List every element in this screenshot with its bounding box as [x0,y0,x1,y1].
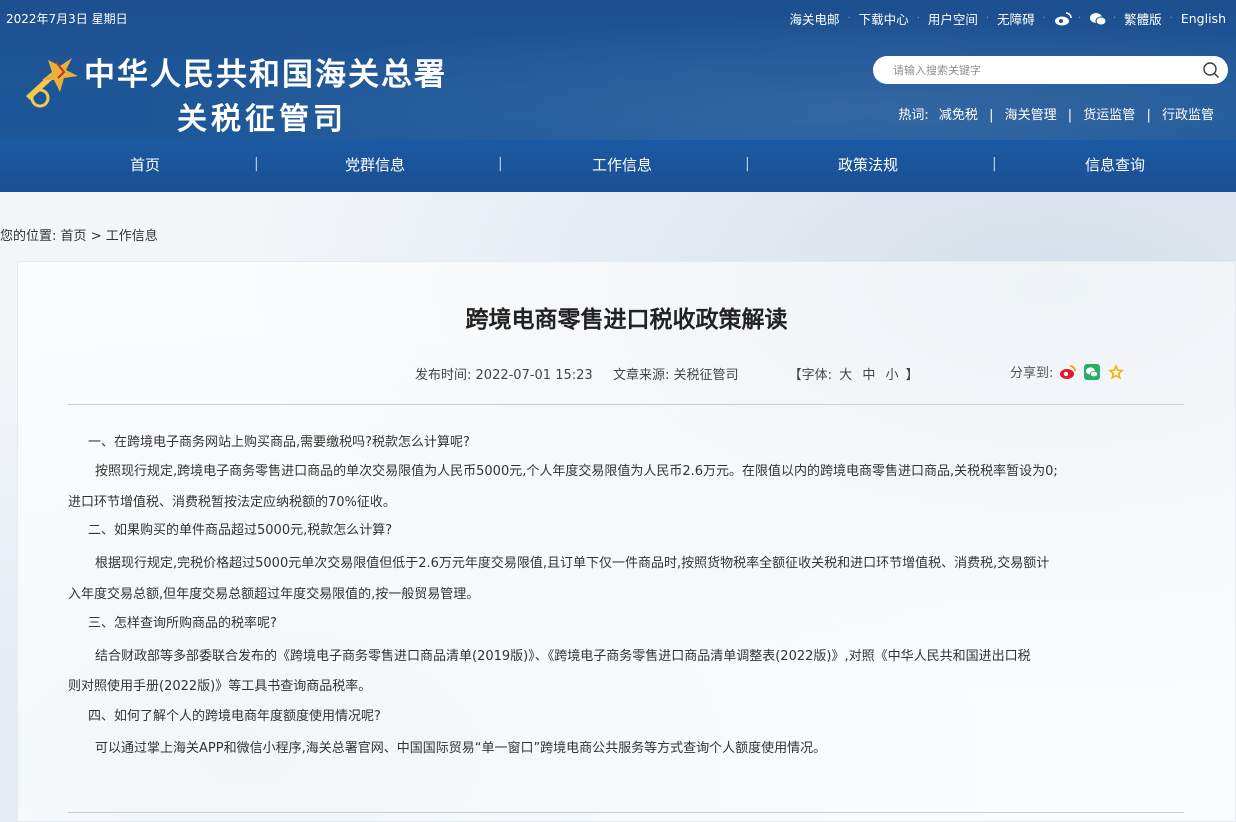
top-link-email[interactable]: 海关电邮 [789,9,839,28]
site-header: 2022年7月3日 星期日 海关电邮 · 下载中心 · 用户空间 · 无障碍 ·… [0,0,1236,140]
top-separator: · [1042,13,1046,24]
title-divider [68,404,1184,405]
question-4: 四、如何了解个人的跨境电商年度额度使用情况呢? [88,709,381,724]
nav-item-party[interactable]: 党群信息 [345,154,405,175]
answer-3-line1: 结合财政部等多部委联合发布的《跨境电子商务零售进口商品清单(2019版)》、《跨… [95,649,1031,664]
top-separator: · [847,13,851,24]
top-separator: · [1077,13,1081,24]
top-link-traditional[interactable]: 繁體版 [1124,9,1162,28]
font-small-button[interactable]: 小 [886,368,899,383]
hot-separator: | [1067,108,1073,123]
source-label: 文章来源: [612,368,670,383]
breadcrumb-home[interactable]: 首页 [61,229,87,244]
share-bar: 分享到: [1010,362,1125,381]
hot-word[interactable]: 减免税 [939,108,978,123]
share-label: 分享到: [1010,366,1054,381]
top-link-accessibility[interactable]: 无障碍 [997,9,1035,28]
site-subtitle: 关税征管司 [177,102,347,137]
favorite-star-icon[interactable] [1107,363,1125,381]
hot-separator: | [1146,108,1151,123]
emblem-logo[interactable] [20,52,80,112]
font-large-button[interactable]: 大 [839,368,852,383]
hot-word[interactable]: 海关管理 [1005,108,1057,123]
wechat-icon[interactable] [1089,12,1107,26]
top-separator: · [916,13,920,24]
hot-separator: | [989,108,994,123]
nav-separator: | [992,156,997,172]
weibo-icon[interactable] [1054,11,1072,26]
top-link-download[interactable]: 下载中心 [859,9,909,28]
question-2: 二、如果购买的单件商品超过5000元,税款怎么计算? [88,523,393,538]
top-links: 海关电邮 · 下载中心 · 用户空间 · 无障碍 · · · 繁體版 · Eng… [789,9,1226,28]
search-icon[interactable] [1202,61,1220,79]
answer-1-line2: 进口环节增值税、消费税暂按法定应纳税额的70%征收。 [68,495,396,510]
font-size-open: 【字体: [788,368,833,383]
top-separator: · [1112,13,1117,24]
answer-3-line2: 则对照使用手册(2022版)》等工具书查询商品税率。 [68,679,372,694]
hot-word[interactable]: 行政监管 [1162,108,1214,123]
nav-item-policy[interactable]: 政策法规 [838,154,898,175]
publish-label: 发布时间: [415,368,472,383]
search-box [873,56,1228,84]
answer-1-line1: 按照现行规定,跨境电子商务零售进口商品的单次交易限值为人民币5000元,个人年度… [95,464,1058,479]
answer-4: 可以通过掌上海关APP和微信小程序,海关总署官网、中国国际贸易“单一窗口”跨境电… [95,741,827,756]
answer-2-line1: 根据现行规定,完税价格超过5000元单次交易限值但低于2.6万元年度交易限值,且… [95,556,1050,571]
top-separator: · [1169,13,1173,24]
breadcrumb: 您的位置: 首页 > 工作信息 [0,225,158,244]
nav-separator: | [745,156,750,172]
answer-2-line2: 入年度交易总额,但年度交易总额超过年度交易限值的,按一般贸易管理。 [68,587,480,602]
nav-item-home[interactable]: 首页 [130,154,160,175]
font-medium-button[interactable]: 中 [862,368,875,383]
hot-words: 热词: 减免税 | 海关管理 | 货运监管 | 行政监管 [898,104,1214,123]
article-meta: 发布时间: 2022-07-01 15:23 文章来源: 关税征管司 【字体: … [415,364,919,383]
hot-word[interactable]: 货运监管 [1083,108,1135,123]
current-date: 2022年7月3日 星期日 [6,12,128,26]
hot-words-label: 热词: [898,108,929,123]
question-3: 三、怎样查询所购商品的税率呢? [88,616,277,631]
share-wechat-icon[interactable] [1083,363,1101,381]
search-input[interactable] [893,60,1183,80]
nav-item-work[interactable]: 工作信息 [592,154,652,175]
top-bar: 2022年7月3日 星期日 海关电邮 · 下载中心 · 用户空间 · 无障碍 ·… [0,0,1236,36]
breadcrumb-label: 您的位置: [0,229,57,244]
top-separator: · [985,13,990,24]
nav-separator: | [498,156,503,172]
nav-item-query[interactable]: 信息查询 [1085,154,1145,175]
question-1: 一、在跨境电子商务网站上购买商品,需要缴税吗?税款怎么计算呢? [88,435,470,450]
source-value: 关税征管司 [673,368,739,383]
top-link-english[interactable]: English [1181,11,1226,26]
nav-separator: | [254,156,259,172]
share-weibo-icon[interactable] [1059,363,1077,381]
bottom-divider [68,812,1184,813]
site-title: 中华人民共和国海关总署 [84,57,447,93]
top-link-user-space[interactable]: 用户空间 [928,9,978,28]
publish-time: 2022-07-01 15:23 [475,368,593,383]
main-nav: 首页 | 党群信息 | 工作信息 | 政策法规 | 信息查询 [0,140,1236,192]
breadcrumb-arrow: > [90,229,102,244]
breadcrumb-current[interactable]: 工作信息 [106,229,158,244]
font-size-close: 】 [905,368,919,383]
article-title: 跨境电商零售进口税收政策解读 [465,307,788,333]
